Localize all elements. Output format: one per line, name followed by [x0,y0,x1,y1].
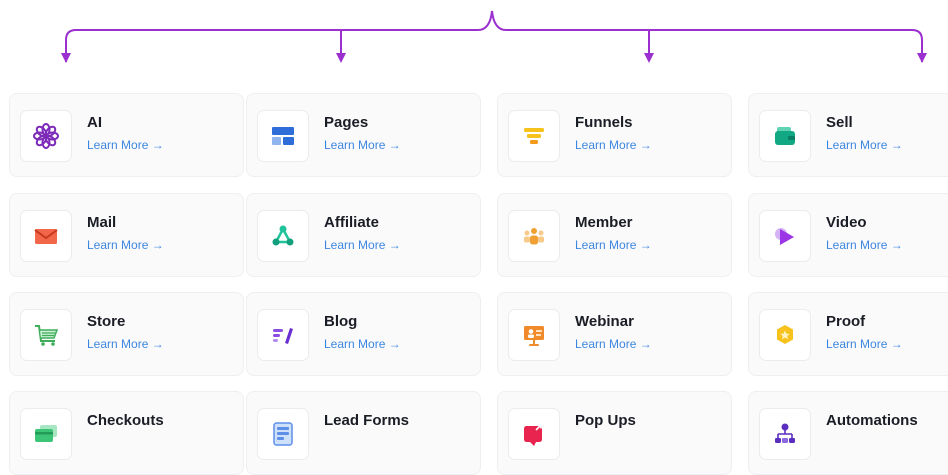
card-blog[interactable]: Blog Learn More → [246,292,481,376]
wallet-icon [759,110,811,162]
card-webinar[interactable]: Webinar Learn More → [497,292,732,376]
ai-flower-icon [20,110,72,162]
card-title: AI [87,114,102,131]
learn-more-link[interactable]: Learn More → [87,138,164,152]
learn-more-link[interactable]: Learn More → [826,238,903,252]
card-proof[interactable]: Proof Learn More → [748,292,948,376]
card-title: Blog [324,313,358,330]
card-affiliate[interactable]: Affiliate Learn More → [246,193,481,277]
webinar-presenter-icon [508,309,560,361]
funnel-icon [508,110,560,162]
card-pages[interactable]: Pages Learn More → [246,93,481,177]
pages-layout-icon [257,110,309,162]
card-mail[interactable]: Mail Learn More → [9,193,244,277]
learn-more-link[interactable]: Learn More → [826,337,903,351]
credit-card-icon [20,408,72,460]
card-title: Lead Forms [324,412,410,429]
card-title: Member [575,214,633,231]
learn-more-link[interactable]: Learn More → [826,138,903,152]
card-title: Checkouts [87,412,164,429]
learn-more-link[interactable]: Learn More → [575,337,652,351]
card-title: Pop Ups [575,412,636,429]
card-title: Pages [324,114,369,131]
card-title: Mail [87,214,117,231]
learn-more-link[interactable]: Learn More → [324,138,401,152]
card-store[interactable]: Store Learn More → [9,292,244,376]
lead-form-icon [257,408,309,460]
card-title: Webinar [575,313,634,330]
learn-more-link[interactable]: Learn More → [575,138,652,152]
learn-more-link[interactable]: Learn More → [87,238,164,252]
card-video[interactable]: Video Learn More → [748,193,948,277]
feature-grid: AI Learn More → Pages Learn More → Funne… [0,0,948,475]
card-member[interactable]: Member Learn More → [497,193,732,277]
card-title: Sell [826,114,853,131]
card-title: Funnels [575,114,633,131]
automation-flow-icon [759,408,811,460]
card-title: Store [87,313,126,330]
affiliate-network-icon [257,210,309,262]
proof-badge-icon [759,309,811,361]
mail-icon [20,210,72,262]
card-funnels[interactable]: Funnels Learn More → [497,93,732,177]
card-pop-ups[interactable]: Pop Ups [497,391,732,475]
blog-pen-icon [257,309,309,361]
store-cart-icon [20,309,72,361]
member-group-icon [508,210,560,262]
learn-more-link[interactable]: Learn More → [324,238,401,252]
card-checkouts[interactable]: Checkouts [9,391,244,475]
learn-more-link[interactable]: Learn More → [324,337,401,351]
card-lead-forms[interactable]: Lead Forms [246,391,481,475]
learn-more-link[interactable]: Learn More → [575,238,652,252]
card-title: Video [826,214,867,231]
card-sell[interactable]: Sell Learn More → [748,93,948,177]
video-play-icon [759,210,811,262]
card-title: Proof [826,313,866,330]
card-automations[interactable]: Automations [748,391,948,475]
learn-more-link[interactable]: Learn More → [87,337,164,351]
card-ai[interactable]: AI Learn More → [9,93,244,177]
card-title: Automations [826,412,918,429]
card-title: Affiliate [324,214,380,231]
popup-icon [508,408,560,460]
